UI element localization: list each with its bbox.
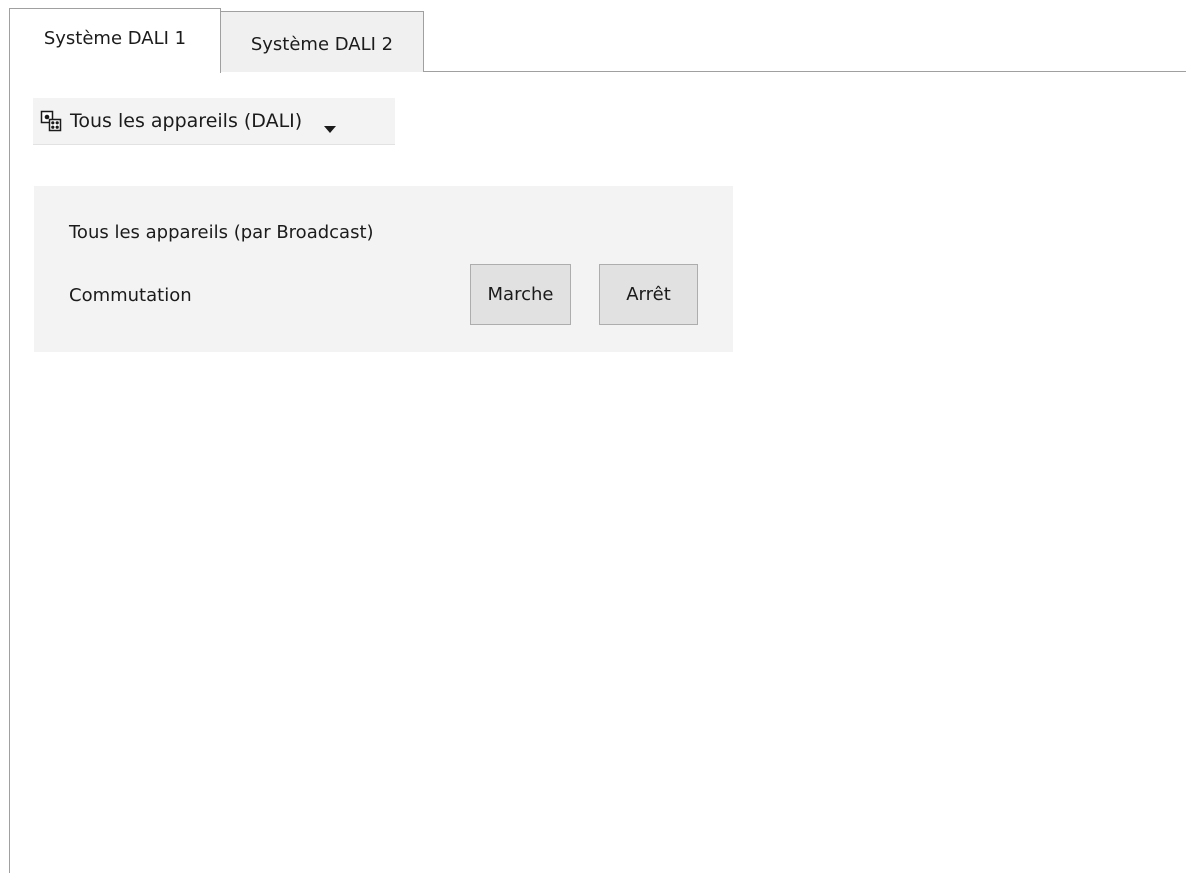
tab-dali-system-2[interactable]: Système DALI 2 <box>220 11 424 72</box>
panel-title: Tous les appareils (par Broadcast) <box>69 222 374 243</box>
devices-group-icon <box>40 110 62 132</box>
dali-window: Système DALI 2 Système DALI 1 Tous les a… <box>0 0 1186 873</box>
tab-strip: Système DALI 2 Système DALI 1 <box>0 0 1186 73</box>
switching-label: Commutation <box>69 285 192 306</box>
broadcast-panel: Tous les appareils (par Broadcast) Commu… <box>34 186 733 352</box>
tab-label: Système DALI 1 <box>43 27 187 49</box>
chevron-down-icon <box>324 117 337 133</box>
switch-on-button[interactable]: Marche <box>470 264 571 325</box>
tab-dali-system-1[interactable]: Système DALI 1 <box>9 8 221 73</box>
tab-label: Système DALI 2 <box>250 33 394 55</box>
content-frame-border <box>9 72 10 873</box>
device-selector-value: Tous les appareils (DALI) <box>70 110 303 132</box>
device-selector-dropdown[interactable]: Tous les appareils (DALI) <box>33 98 395 145</box>
switch-off-button[interactable]: Arrêt <box>599 264 698 325</box>
